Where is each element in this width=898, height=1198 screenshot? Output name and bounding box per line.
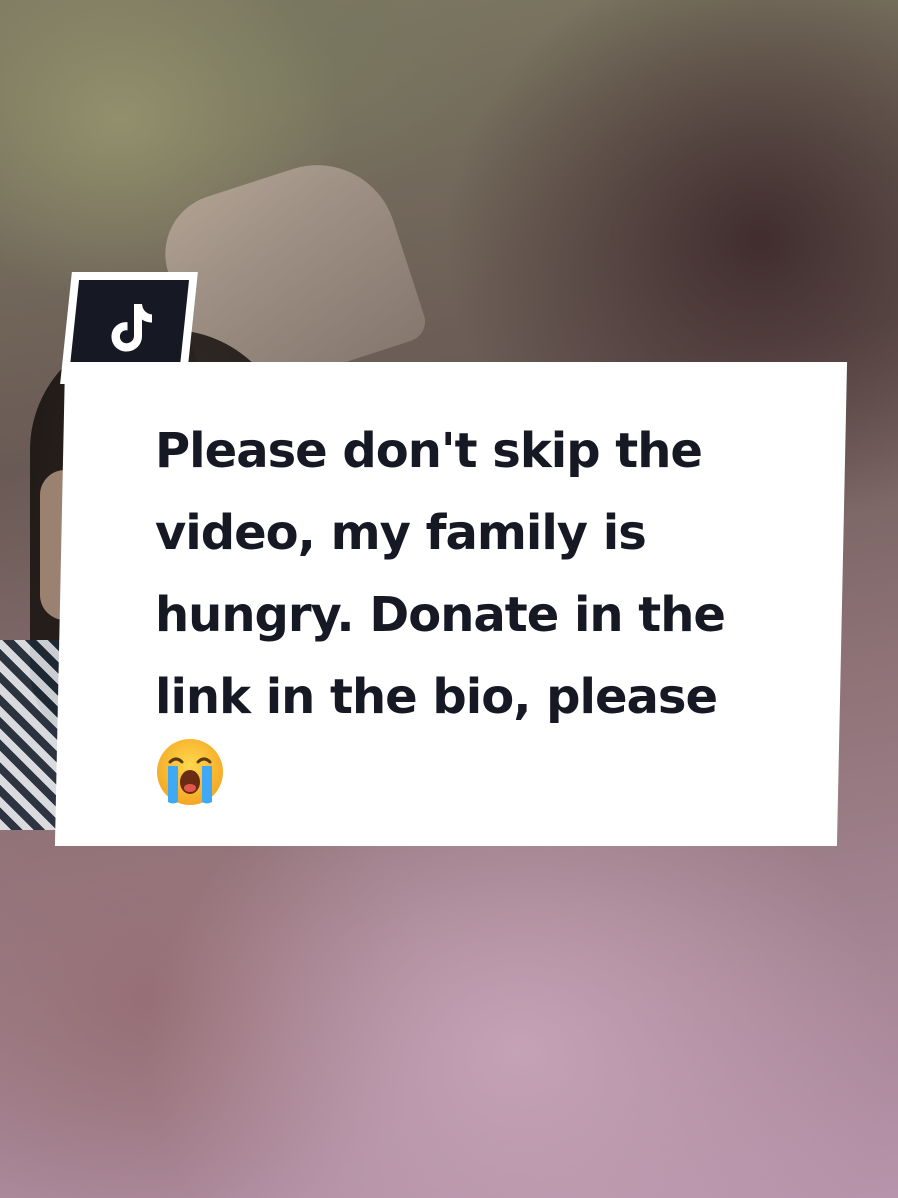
tiktok-icon xyxy=(111,304,152,352)
caption-text: Please don't skip the video, my family i… xyxy=(155,423,726,725)
loudly-crying-face-icon xyxy=(157,739,223,805)
